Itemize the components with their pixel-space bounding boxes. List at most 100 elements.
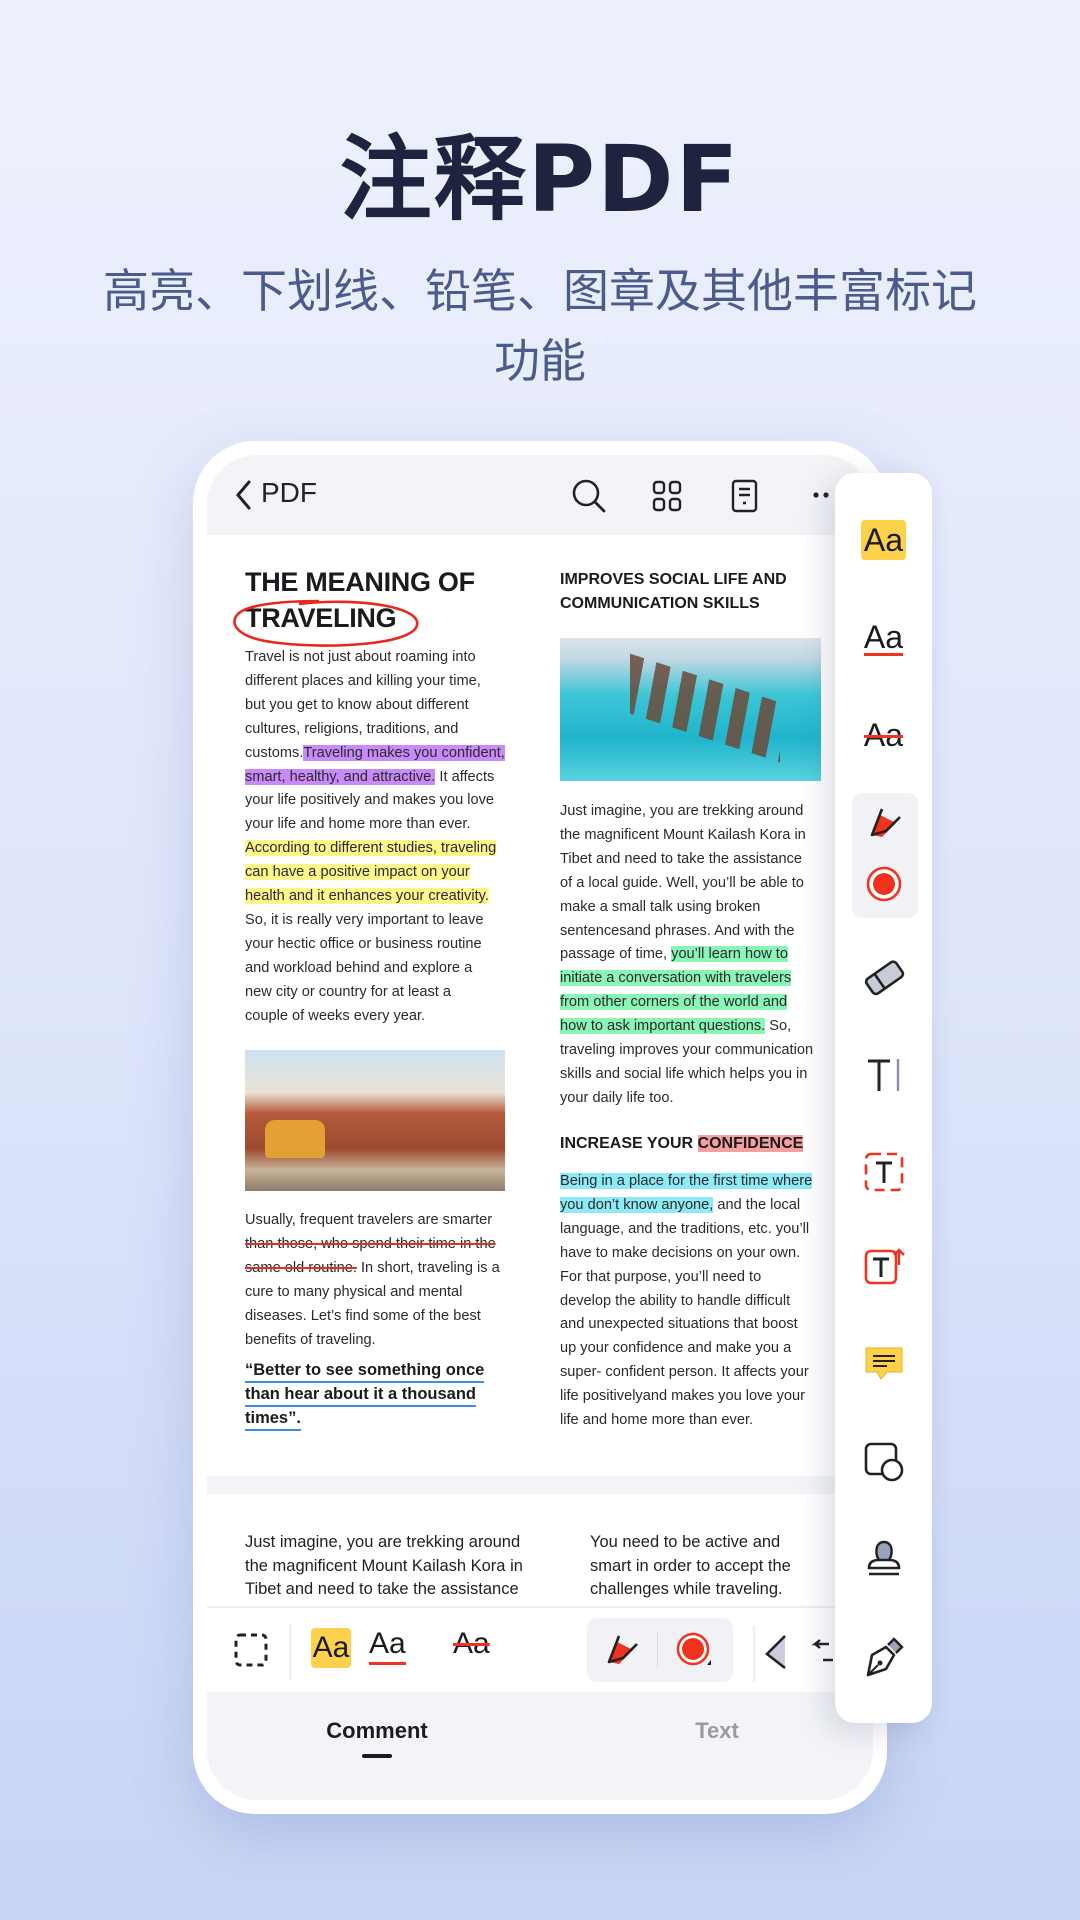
maldives-image [560,638,821,781]
text-segment: benefits of traveling. [245,1331,376,1348]
annotated-cyan-text[interactable]: you don’t know anyone, [560,1196,714,1213]
text-line: cultures, religions, traditions, and [245,717,458,741]
highlight-icon: Aa [860,520,907,560]
annotated-purple-text[interactable]: smart, healthy, and attractive. [245,768,436,785]
text-segment: In short, traveling is a [356,1259,500,1276]
annotated-green-text[interactable]: how to ask important questions. [560,1018,766,1035]
panel-strikethrough-button[interactable]: Aa [835,705,932,765]
text-segment: language, and the traditions, etc. you’l… [560,1220,810,1237]
text-line: your daily life too. [560,1086,674,1110]
undo-button[interactable] [811,1638,835,1668]
annotated-yellow-text[interactable]: can have a positive impact on your [245,864,470,881]
strikethrough-button[interactable]: Aa [453,1626,490,1662]
select-area-button[interactable] [233,1632,269,1668]
text-segment: skills and social life which helps you i… [560,1065,808,1082]
text-segment: and workload behind and explore a [245,959,473,976]
text-segment: and unexpected situations that boost [560,1316,798,1333]
back-button[interactable] [233,479,255,511]
annotated-green-text[interactable]: you’ll learn how to [671,946,788,963]
undo-icon [811,1639,833,1662]
highlight-button[interactable]: Aa [311,1628,351,1668]
text-line: develop the ability to handle difficult [560,1289,790,1313]
chevron-left-icon [236,480,251,510]
quote-line[interactable]: than hear about it a thousand [245,1383,477,1407]
panel-textbox-button[interactable] [835,1142,932,1202]
panel-highlight-button[interactable]: Aa [835,510,932,570]
panel-eraser-button[interactable] [835,947,932,1007]
tab-active-indicator [362,1754,392,1758]
grid-icon [652,480,682,512]
text-segment: customs. [245,744,304,761]
text-line: of a local guide. Well, you’ll be able t… [560,871,804,895]
text-line: benefits of traveling. [245,1328,376,1352]
panel-callout-button[interactable] [835,1236,932,1296]
pdf-screen: PDF THE MEANING OF TRAVELING Travel is n… [207,455,873,1800]
search-icon [572,479,606,513]
text-line: your hectic office or business routine [245,932,482,956]
panel-text-button[interactable] [835,1045,932,1105]
ink-circle-annotation[interactable] [229,595,429,651]
annotated-yellow-text[interactable]: health and it enhances your creativity. [245,888,489,904]
more-button[interactable] [813,491,833,499]
color-picker-button[interactable] [675,1631,715,1671]
text-segment: develop the ability to handle difficult [560,1292,791,1309]
grid-button[interactable] [652,480,682,512]
annotated-yellow-text[interactable]: According to different studies, travelin… [245,840,497,857]
text-segment: diseases. Let’s find some of the best [245,1307,481,1324]
text-segment: couple of weeks every year. [245,1007,426,1024]
text-line: initiate a conversation with travelers [560,966,792,990]
select-area-icon [234,1633,268,1667]
text-line: smart in order to accept the [590,1556,791,1575]
highlighter-pen-icon [870,808,901,837]
color-red-icon [866,866,901,902]
stamp-icon [867,1540,900,1576]
tab-text[interactable]: Text [627,1718,807,1744]
color-red-icon [676,1632,711,1666]
quote-line[interactable]: times”. [245,1407,301,1431]
text-line: than those, who spend their time in the [245,1232,496,1256]
text-segment: your life positively and makes you love [245,792,495,809]
quote-line[interactable]: “Better to see something once [245,1359,485,1383]
text-line: language, and the traditions, etc. you’l… [560,1217,809,1241]
text-segment: make a small talk using broken [560,898,761,915]
text-segment: different places and killing your time, [245,672,481,689]
highlighter-pen-button[interactable] [601,1630,641,1670]
annotated-strike-text[interactable]: than those, who spend their time in the [245,1236,496,1252]
text-line: traveling improves your communication [560,1038,813,1062]
mode-tabs: Comment Text [207,1692,873,1800]
panel-note-button[interactable] [835,1333,932,1393]
text-segment: have to make decisions on your own. [560,1244,801,1261]
tab-comment[interactable]: Comment [287,1718,467,1744]
text-segment: up your confidence and make you a [560,1340,792,1357]
text-segment: cultures, religions, traditions, and [245,720,459,737]
annotated-pink-text[interactable]: CONFIDENCE [697,1135,804,1152]
text-line: passage of time, you’ll learn how to [560,942,788,966]
text-line: Tibet and need to take the assistance [245,1580,519,1599]
text-line: sentencesand phrases. And with the [560,919,794,943]
panel-highlighter-button[interactable] [835,793,932,853]
note-comment-icon [865,1347,902,1380]
annotated-purple-text[interactable]: Traveling makes you confident, [303,744,505,761]
panel-color-button[interactable] [835,854,932,914]
panel-underline-button[interactable]: Aa [835,608,932,668]
text-line: from other corners of the world and [560,990,788,1014]
eraser-icon [765,1635,786,1670]
text-segment: sentencesand phrases. And with the [560,922,795,939]
underline-button[interactable]: Aa [369,1626,406,1665]
document-button[interactable] [731,479,759,513]
annotated-green-text[interactable]: from other corners of the world and [560,994,788,1011]
top-bar: PDF [207,455,873,535]
panel-stamp-button[interactable] [835,1529,932,1589]
annotated-cyan-text[interactable]: Being in a place for the first time wher… [560,1173,813,1189]
panel-signature-pen-button[interactable] [835,1627,932,1687]
text-segment: your daily life too. [560,1089,674,1106]
panel-shape-button[interactable] [835,1432,932,1492]
text-line: cure to many physical and mental [245,1280,462,1304]
annotated-strike-text[interactable]: same old routine. [245,1260,357,1276]
text-line: For that purpose, you’ll need to [560,1265,761,1289]
text-line: health and it enhances your creativity. [245,884,489,908]
eraser-button[interactable] [763,1632,787,1672]
search-button[interactable] [571,478,607,514]
annotated-green-text[interactable]: initiate a conversation with travelers [560,970,792,987]
text-segment: life and home more than ever. [560,1412,754,1428]
